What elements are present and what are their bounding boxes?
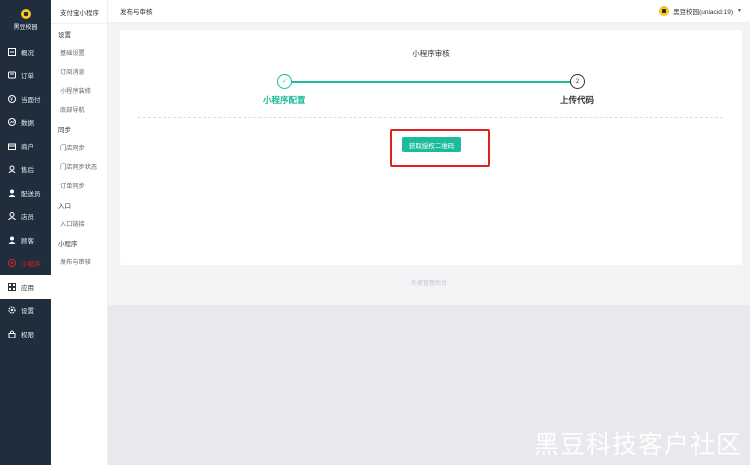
divider	[138, 117, 723, 118]
logo-icon	[20, 9, 31, 19]
submenu-item-basic-settings[interactable]: 基础设置	[51, 43, 107, 62]
dashboard-icon	[8, 47, 16, 56]
sidebar-item-label: 数据	[21, 120, 34, 128]
user-menu[interactable]: 黑豆校园(uniacid:19) ▼	[659, 6, 742, 16]
submenu-group-miniapp: 小程序	[58, 240, 78, 248]
after-sales-icon	[8, 165, 16, 174]
customer-icon	[8, 236, 16, 244]
sidebar-item-overview[interactable]: 概况	[0, 40, 51, 64]
sidebar-item-label: 订单	[21, 73, 34, 81]
footer-text: 外卖管理后台	[410, 281, 447, 287]
step-connector	[284, 81, 578, 83]
submenu-item-store-sync[interactable]: 门店同步	[51, 138, 107, 157]
sidebar-item-clerk[interactable]: 店员	[0, 205, 51, 229]
chevron-down-icon: ▼	[737, 8, 742, 14]
user-name: 黑豆校园(uniacid:19)	[673, 9, 734, 16]
submenu-group-settings: 设置	[58, 31, 71, 39]
sidebar-item-label: 商户	[21, 143, 34, 151]
sidebar-item-courier[interactable]: 配送员	[0, 181, 51, 205]
step-2-label: 上传代码	[560, 95, 595, 105]
submenu-item-bottom-nav[interactable]: 底部导航	[51, 100, 107, 119]
courier-icon	[8, 189, 16, 197]
avatar	[659, 6, 670, 16]
step-2-number: 2	[570, 74, 585, 89]
step-1-label: 小程序配置	[263, 95, 306, 105]
svg-text:¥: ¥	[10, 97, 13, 103]
sidebar-item-face-pay[interactable]: ¥ 当面付	[0, 87, 51, 111]
submenu-group-sync: 同步	[58, 126, 71, 134]
sidebar-item-label: 设置	[21, 308, 34, 316]
sidebar-item-label: 权限	[21, 331, 34, 339]
sidebar-item-label: 店员	[21, 214, 34, 222]
get-qrcode-button[interactable]: 获取授权二维码	[402, 137, 461, 152]
sidebar-item-data[interactable]: 数据	[0, 111, 51, 135]
sidebar-item-orders[interactable]: 订单	[0, 64, 51, 88]
sidebar-item-miniapp[interactable]: 小程序	[0, 252, 51, 276]
sidebar-item-settings[interactable]: 设置	[0, 299, 51, 323]
submenu-item-order-sync[interactable]: 订单同步	[51, 176, 107, 195]
submenu-item-store-sync-status[interactable]: 门店同步状态	[51, 157, 107, 176]
page-title: 小程序审核	[412, 49, 450, 58]
step-1-check-icon: ✓	[277, 74, 292, 89]
sidebar-item-label: 应用	[21, 284, 34, 292]
sidebar-item-label: 售后	[21, 167, 34, 175]
submenu-item-entry-link[interactable]: 入口链接	[51, 214, 107, 233]
sidebar-item-permissions[interactable]: 权限	[0, 322, 51, 346]
sidebar-item-label: 当面付	[21, 96, 41, 104]
sidebar-item-label: 小程序	[21, 261, 41, 269]
submenu-group-entry: 入口	[58, 202, 71, 210]
main-sidebar: 黑豆校园 概况 订单 ¥ 当面付 数据 商户 售后 配送员 店员 顾客 小程序	[0, 0, 51, 465]
sidebar-item-apps[interactable]: 应用	[0, 275, 51, 299]
data-icon	[8, 118, 16, 127]
lock-icon	[8, 330, 16, 338]
sidebar-item-after-sales[interactable]: 售后	[0, 158, 51, 182]
top-bar: 发布与审核 黑豆校园(uniacid:19) ▼	[108, 0, 750, 23]
submenu-item-subscribe-messages[interactable]: 订阅消息	[51, 62, 107, 81]
order-icon	[8, 71, 16, 79]
submenu-title: 支付宝小程序	[51, 0, 107, 24]
watermark: 黑豆科技客户社区	[533, 430, 742, 459]
sidebar-item-customer[interactable]: 顾客	[0, 228, 51, 252]
app-logo-text: 黑豆校园	[13, 25, 38, 31]
sidebar-item-label: 顾客	[21, 237, 34, 245]
settings-icon	[8, 306, 16, 314]
store-icon	[8, 142, 16, 150]
progress-steps: ✓ 2 小程序配置 上传代码	[120, 74, 742, 114]
submenu-item-publish-review[interactable]: 发布与审核	[51, 252, 107, 271]
secondary-menu: 支付宝小程序 设置 基础设置 订阅消息 小程序装修 底部导航 同步 门店同步 门…	[51, 0, 108, 465]
sidebar-item-label: 配送员	[21, 190, 41, 198]
breadcrumb: 发布与审核	[120, 9, 153, 16]
app-logo[interactable]: 黑豆校园	[0, 0, 51, 40]
apps-icon	[8, 282, 16, 291]
miniapp-icon	[8, 259, 16, 268]
payment-icon: ¥	[8, 94, 16, 103]
clerk-icon	[8, 212, 16, 221]
sidebar-item-merchant[interactable]: 商户	[0, 134, 51, 158]
submenu-item-decoration[interactable]: 小程序装修	[51, 81, 107, 100]
sidebar-item-label: 概况	[21, 49, 34, 57]
